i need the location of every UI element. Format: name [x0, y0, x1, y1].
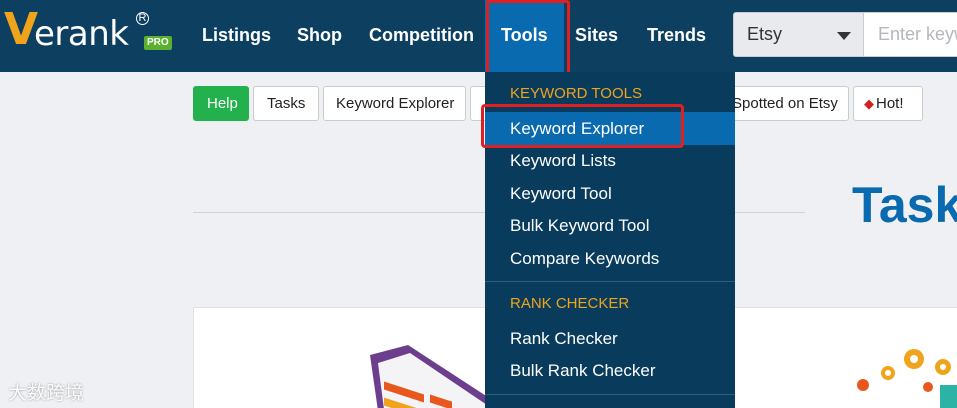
tools-highlight-box: [486, 0, 570, 76]
help-button[interactable]: Help: [193, 86, 249, 121]
watermark: 大数跨境: [8, 383, 85, 404]
nav-shop[interactable]: Shop: [297, 0, 342, 72]
menu-item-bulk-keyword-tool[interactable]: Bulk Keyword Tool: [485, 209, 735, 242]
menu-item-rank-checker[interactable]: Rank Checker: [485, 322, 735, 355]
tasks-button[interactable]: Tasks: [253, 86, 319, 121]
logo-wordmark: erank: [34, 14, 129, 54]
keyword-explorer-button[interactable]: Keyword Explorer: [323, 86, 466, 121]
nav-trends[interactable]: Trends: [647, 0, 706, 72]
menu-divider: [485, 394, 735, 395]
menu-item-bulk-rank-checker[interactable]: Bulk Rank Checker: [485, 354, 735, 387]
nav-listings[interactable]: Listings: [202, 0, 271, 72]
logo-initial: V: [4, 4, 39, 55]
platform-select[interactable]: Etsy: [733, 12, 864, 57]
pro-badge: PRO: [144, 36, 172, 50]
dropdown-section-keyword-tools: KEYWORD TOOLS: [510, 85, 642, 102]
menu-item-compare-keywords[interactable]: Compare Keywords: [485, 242, 735, 275]
nav-sites[interactable]: Sites: [575, 0, 618, 72]
menu-item-keyword-lists[interactable]: Keyword Lists: [485, 144, 735, 177]
keyword-explorer-highlight-box: [481, 104, 684, 148]
caret-down-icon: [837, 32, 851, 40]
nav-competition[interactable]: Competition: [369, 0, 474, 72]
hot-label: Hot!: [876, 95, 904, 112]
registered-mark: R: [136, 12, 149, 25]
menu-divider: [485, 281, 735, 282]
platform-select-value: Etsy: [747, 24, 783, 44]
spotted-on-etsy-button[interactable]: Spotted on Etsy: [720, 86, 849, 121]
dropdown-section-rank-checker: RANK CHECKER: [510, 295, 630, 312]
gears-illustration: [857, 349, 957, 408]
erank-logo[interactable]: V erank R PRO: [4, 4, 172, 56]
hot-button[interactable]: ◆ Hot!: [853, 86, 923, 121]
document-illustration: [370, 345, 500, 408]
keyword-search-input[interactable]: Enter keyw: [864, 12, 957, 57]
page-title: Task: [852, 177, 957, 233]
flame-icon: ◆: [864, 96, 874, 111]
menu-item-keyword-tool[interactable]: Keyword Tool: [485, 177, 735, 210]
